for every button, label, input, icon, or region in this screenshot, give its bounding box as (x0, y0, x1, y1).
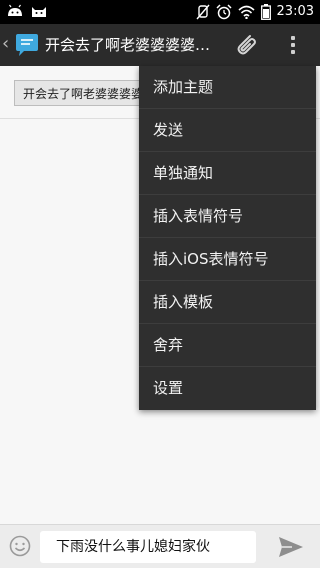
status-time: 23:03 (276, 4, 314, 19)
cat-icon (32, 7, 46, 17)
action-bar: ‹ 开会去了啊老婆婆婆婆… (0, 24, 320, 66)
overflow-menu: 添加主题 发送 单独通知 插入表情符号 插入iOS表情符号 插入模板 舍弃 设置 (139, 66, 316, 410)
menu-item-individual-notification[interactable]: 单独通知 (139, 152, 316, 195)
battery-icon (260, 4, 271, 20)
menu-item-insert-template[interactable]: 插入模板 (139, 281, 316, 324)
status-right-icons: 23:03 (195, 3, 314, 21)
message-icon[interactable] (14, 33, 40, 57)
page-title: 开会去了啊老婆婆婆婆… (45, 36, 211, 54)
menu-item-insert-ios-emoji[interactable]: 插入iOS表情符号 (139, 238, 316, 281)
compose-bar: 下雨没什么事儿媳妇家伙 (0, 524, 320, 568)
overflow-menu-icon[interactable] (288, 34, 298, 56)
menu-item-settings[interactable]: 设置 (139, 367, 316, 410)
status-bar: 23:03 (0, 0, 320, 24)
menu-item-add-subject[interactable]: 添加主题 (139, 66, 316, 109)
send-icon[interactable] (278, 535, 304, 559)
chevron-left-icon[interactable]: ‹ (2, 34, 9, 54)
menu-item-insert-emoji[interactable]: 插入表情符号 (139, 195, 316, 238)
menu-item-send[interactable]: 发送 (139, 109, 316, 152)
status-left-icons (6, 4, 48, 18)
alarm-icon (216, 4, 232, 20)
android-icon (8, 4, 22, 16)
silent-icon (195, 4, 210, 20)
wifi-icon (237, 5, 255, 19)
message-input[interactable]: 下雨没什么事儿媳妇家伙 (40, 531, 256, 563)
menu-item-discard[interactable]: 舍弃 (139, 324, 316, 367)
paperclip-icon[interactable] (232, 31, 260, 59)
smiley-icon[interactable] (9, 535, 31, 557)
